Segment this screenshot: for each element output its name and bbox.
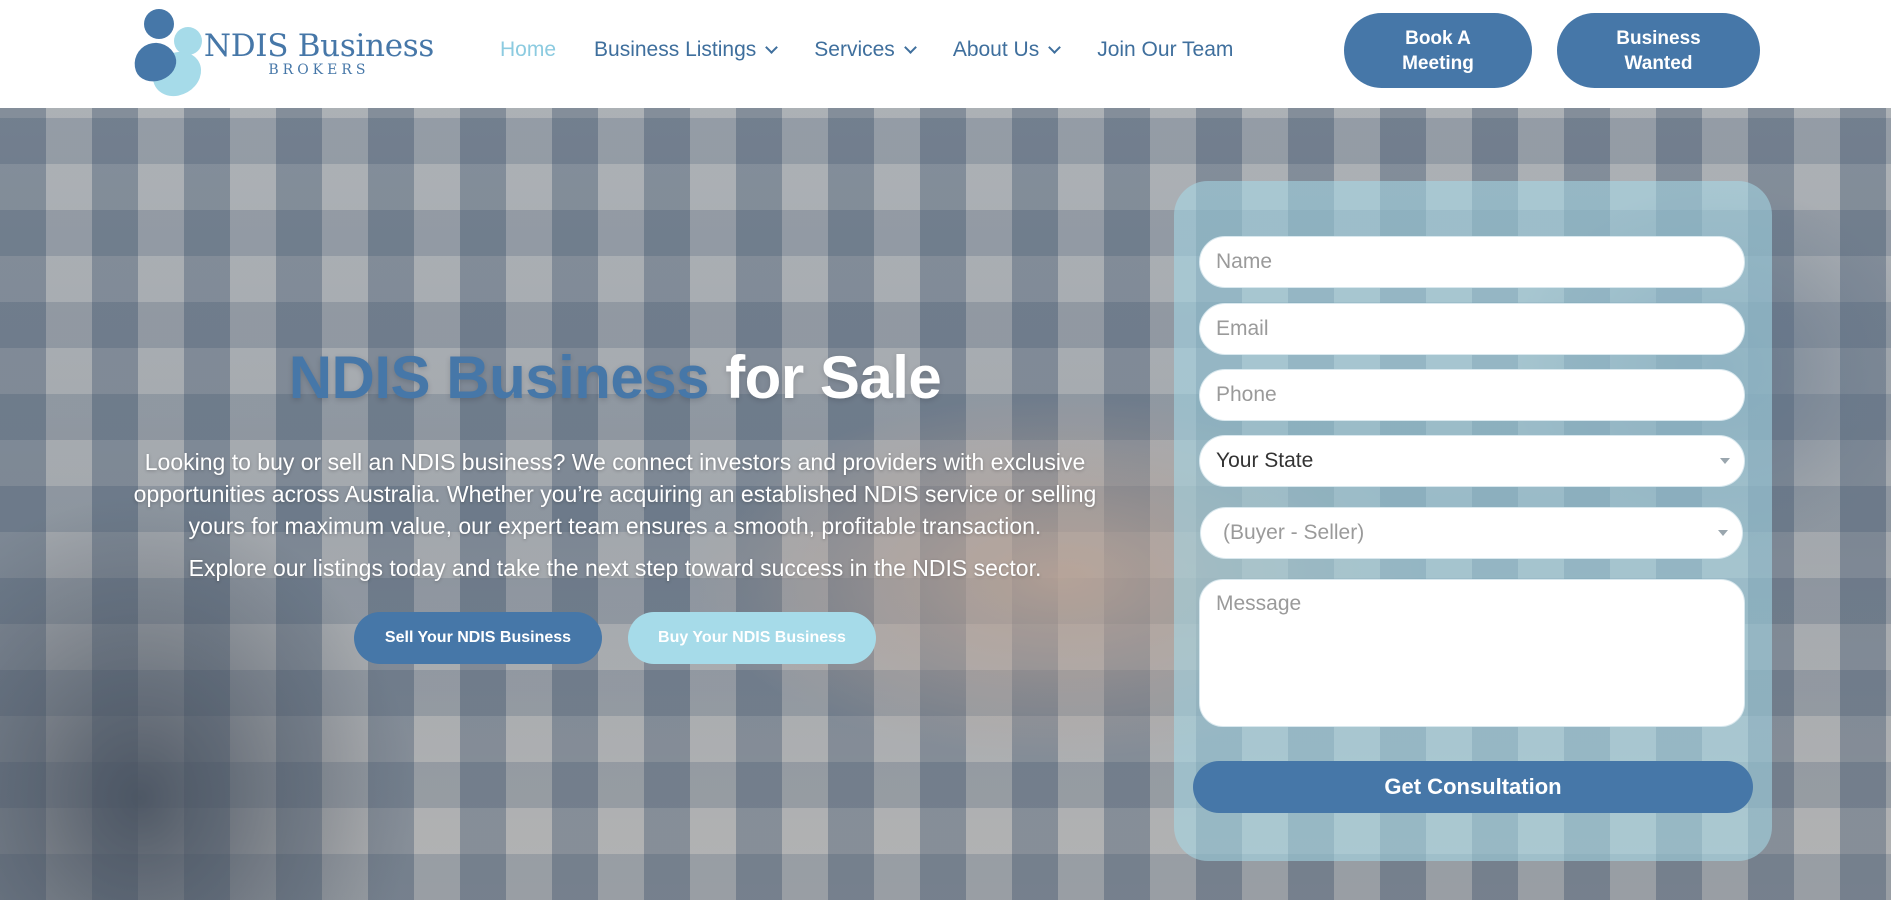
hero-title: NDIS Business for Sale: [110, 348, 1120, 408]
brand-logo[interactable]: NDIS Business BROKERS: [128, 8, 434, 105]
logo-wordmark: NDIS Business BROKERS: [204, 28, 434, 78]
hero-title-rest: for Sale: [725, 344, 942, 411]
name-field[interactable]: Name: [1199, 236, 1745, 288]
nav-item-about-us[interactable]: About Us: [952, 38, 1062, 62]
buy-business-button[interactable]: Buy Your NDIS Business: [628, 612, 876, 664]
state-select-value: Your State: [1216, 449, 1314, 472]
buyer-seller-select[interactable]: (Buyer - Seller): [1200, 507, 1743, 559]
chevron-down-icon: [1048, 40, 1062, 54]
nav-item-label: About Us: [952, 38, 1040, 61]
nav-item-join-our-team[interactable]: Join Our Team: [1097, 38, 1233, 62]
logo-subtitle: BROKERS: [268, 62, 370, 78]
book-meeting-button[interactable]: Book A Meeting: [1344, 13, 1532, 88]
chevron-down-icon: [903, 40, 917, 54]
phone-field[interactable]: Phone: [1199, 369, 1745, 421]
nav-item-label: Business Listings: [594, 38, 757, 61]
hero-content: NDIS Business for Sale Looking to buy or…: [110, 348, 1120, 664]
hero-title-highlight: NDIS Business: [288, 344, 710, 411]
business-wanted-line1: Business: [1616, 27, 1701, 49]
nav-item-home[interactable]: Home: [500, 38, 556, 62]
consultation-form: Name Email Phone Your State (Buyer - Sel…: [1174, 181, 1772, 861]
nav-item-label: Home: [500, 38, 557, 61]
logo-mark-icon: [128, 9, 210, 105]
book-meeting-line1: Book A: [1405, 27, 1471, 49]
hero-description-secondary: Explore our listings today and take the …: [188, 555, 1042, 581]
message-field[interactable]: Message: [1199, 579, 1745, 727]
buyer-seller-select-value: (Buyer - Seller): [1223, 521, 1365, 544]
nav-item-label: Join Our Team: [1097, 38, 1234, 61]
caret-down-icon: [1720, 458, 1730, 464]
email-field[interactable]: Email: [1199, 303, 1745, 355]
business-wanted-button[interactable]: Business Wanted: [1557, 13, 1760, 88]
get-consultation-button[interactable]: Get Consultation: [1193, 761, 1753, 813]
nav-item-business-listings[interactable]: Business Listings: [594, 38, 779, 62]
hero-buttons: Sell Your NDIS Business Buy Your NDIS Bu…: [110, 612, 1120, 664]
nav-item-label: Services: [814, 38, 895, 61]
state-select[interactable]: Your State: [1199, 435, 1745, 487]
nav-item-services[interactable]: Services: [814, 38, 917, 62]
logo-title: NDIS Business: [203, 28, 434, 64]
book-meeting-line2: Meeting: [1402, 52, 1474, 74]
hero-description: Looking to buy or sell an NDIS business?…: [133, 449, 1097, 539]
chevron-down-icon: [765, 40, 779, 54]
caret-down-icon: [1718, 530, 1728, 536]
business-wanted-line2: Wanted: [1624, 52, 1693, 74]
site-header: NDIS Business BROKERS Home Business List…: [0, 0, 1891, 108]
sell-business-button[interactable]: Sell Your NDIS Business: [354, 612, 602, 664]
hero-section: NDIS Business for Sale Looking to buy or…: [0, 108, 1891, 900]
main-nav: Home Business Listings Services About Us…: [500, 0, 1271, 100]
